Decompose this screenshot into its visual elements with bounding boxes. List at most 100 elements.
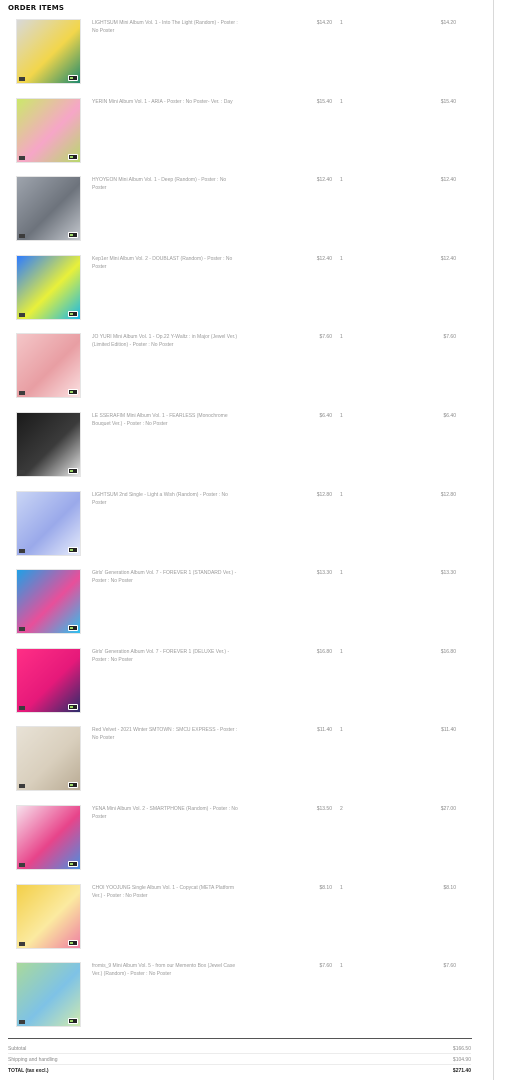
quantity: 1 <box>340 20 343 26</box>
album-cover-forever1-deluxe-icon[interactable] <box>16 648 81 713</box>
label-stamp-icon <box>19 391 25 395</box>
total-value: $271.40 <box>452 1068 471 1074</box>
unit-price: $7.60 <box>319 963 332 969</box>
quantity: 1 <box>340 413 343 419</box>
line-total: $8.10 <box>443 885 456 891</box>
store-logo-icon <box>68 704 78 710</box>
label-stamp-icon <box>19 77 25 81</box>
order-item-row: Girls' Generation Album Vol. 7 - FOREVER… <box>0 648 493 718</box>
quantity: 1 <box>340 570 343 576</box>
unit-price: $8.10 <box>319 885 332 891</box>
album-cover-fearless-icon[interactable] <box>16 412 81 477</box>
unit-price: $12.40 <box>316 256 332 262</box>
album-cover-deep-icon[interactable] <box>16 176 81 241</box>
product-name-link[interactable]: fromis_9 Mini Album Vol. 5 - from our Me… <box>92 962 240 978</box>
totals-separator <box>8 1053 471 1054</box>
order-item-row: LE SSERAFIM Mini Album Vol. 1 - FEARLESS… <box>0 412 493 482</box>
album-cover-copycat-icon[interactable] <box>16 884 81 949</box>
album-art <box>17 649 80 712</box>
album-art <box>17 806 80 869</box>
product-name-link[interactable]: CHOI YOOJUNG Single Album Vol. 1 - Copyc… <box>92 884 240 900</box>
album-cover-aria-icon[interactable] <box>16 98 81 163</box>
section-title: ORDER ITEMS <box>8 4 65 12</box>
album-cover-forever1-standard-icon[interactable] <box>16 569 81 634</box>
quantity: 2 <box>340 806 343 812</box>
album-cover-light-a-wish-icon[interactable] <box>16 491 81 556</box>
label-stamp-icon <box>19 1020 25 1024</box>
unit-price: $15.40 <box>316 99 332 105</box>
album-art <box>17 963 80 1026</box>
store-logo-icon <box>68 1018 78 1024</box>
label-stamp-icon <box>19 863 25 867</box>
order-item-row: YENA Mini Album Vol. 2 - SMARTPHONE (Ran… <box>0 805 493 875</box>
line-total: $7.60 <box>443 334 456 340</box>
unit-price: $13.30 <box>316 570 332 576</box>
store-logo-icon <box>68 861 78 867</box>
page-right-border <box>493 0 494 1080</box>
store-logo-icon <box>68 625 78 631</box>
album-art <box>17 570 80 633</box>
order-item-row: LIGHTSUM 2nd Single - Light a Wish (Rand… <box>0 491 493 561</box>
quantity: 1 <box>340 727 343 733</box>
product-name-link[interactable]: LIGHTSUM Mini Album Vol. 1 - Into The Li… <box>92 19 240 35</box>
order-item-row: Girls' Generation Album Vol. 7 - FOREVER… <box>0 569 493 639</box>
product-name-link[interactable]: Girls' Generation Album Vol. 7 - FOREVER… <box>92 648 240 664</box>
line-total: $6.40 <box>443 413 456 419</box>
store-logo-icon <box>68 389 78 395</box>
album-art <box>17 492 80 555</box>
label-stamp-icon <box>19 784 25 788</box>
totals-divider <box>8 1038 472 1039</box>
product-name-link[interactable]: LE SSERAFIM Mini Album Vol. 1 - FEARLESS… <box>92 412 240 428</box>
product-name-link[interactable]: LIGHTSUM 2nd Single - Light a Wish (Rand… <box>92 491 240 507</box>
store-logo-icon <box>68 75 78 81</box>
label-stamp-icon <box>19 313 25 317</box>
line-total: $15.40 <box>440 99 456 105</box>
unit-price: $11.40 <box>317 727 332 733</box>
line-total: $16.80 <box>440 649 456 655</box>
product-name-link[interactable]: Girls' Generation Album Vol. 7 - FOREVER… <box>92 569 240 585</box>
album-cover-memento-box-icon[interactable] <box>16 962 81 1027</box>
quantity: 1 <box>340 649 343 655</box>
album-art <box>17 727 80 790</box>
quantity: 1 <box>340 256 343 262</box>
label-stamp-icon <box>19 470 25 474</box>
product-name-link[interactable]: Red Velvet - 2021 Winter SMTOWN : SMCU E… <box>92 726 240 742</box>
product-name-link[interactable]: YENA Mini Album Vol. 2 - SMARTPHONE (Ran… <box>92 805 240 821</box>
product-name-link[interactable]: Kep1er Mini Album Vol. 2 - DOUBLAST (Ran… <box>92 255 240 271</box>
shipping-value: $104.90 <box>452 1057 471 1063</box>
unit-price: $13.50 <box>316 806 332 812</box>
unit-price: $12.40 <box>316 177 332 183</box>
total-row: TOTAL (tax excl.) $271.40 <box>8 1067 471 1077</box>
unit-price: $6.40 <box>319 413 332 419</box>
subtotal-value: $166.50 <box>452 1046 471 1052</box>
label-stamp-icon <box>19 156 25 160</box>
order-item-row: LIGHTSUM Mini Album Vol. 1 - Into The Li… <box>0 19 493 89</box>
totals-separator <box>8 1064 471 1065</box>
album-cover-smartphone-icon[interactable] <box>16 805 81 870</box>
album-art <box>17 413 80 476</box>
unit-price: $12.80 <box>316 492 332 498</box>
store-logo-icon <box>68 547 78 553</box>
line-total: $13.30 <box>440 570 456 576</box>
album-art <box>17 20 80 83</box>
subtotal-label: Subtotal <box>8 1046 27 1052</box>
shipping-label: Shipping and handling <box>8 1057 58 1063</box>
line-total: $14.20 <box>440 20 456 26</box>
store-logo-icon <box>68 232 78 238</box>
store-logo-icon <box>68 940 78 946</box>
label-stamp-icon <box>19 627 25 631</box>
product-name-link[interactable]: YERIN Mini Album Vol. 1 - ARIA - Poster … <box>92 98 240 106</box>
album-cover-into-the-light-icon[interactable] <box>16 19 81 84</box>
album-cover-smcu-express-icon[interactable] <box>16 726 81 791</box>
store-logo-icon <box>68 154 78 160</box>
line-total: $11.40 <box>441 727 456 733</box>
quantity: 1 <box>340 99 343 105</box>
order-item-row: HYOYEON Mini Album Vol. 1 - Deep (Random… <box>0 176 493 246</box>
label-stamp-icon <box>19 942 25 946</box>
label-stamp-icon <box>19 234 25 238</box>
album-cover-op22-icon[interactable] <box>16 333 81 398</box>
album-cover-doublast-icon[interactable] <box>16 255 81 320</box>
product-name-link[interactable]: JO YURI Mini Album Vol. 1 - Op.22 Y-Walt… <box>92 333 240 349</box>
quantity: 1 <box>340 963 343 969</box>
product-name-link[interactable]: HYOYEON Mini Album Vol. 1 - Deep (Random… <box>92 176 240 192</box>
